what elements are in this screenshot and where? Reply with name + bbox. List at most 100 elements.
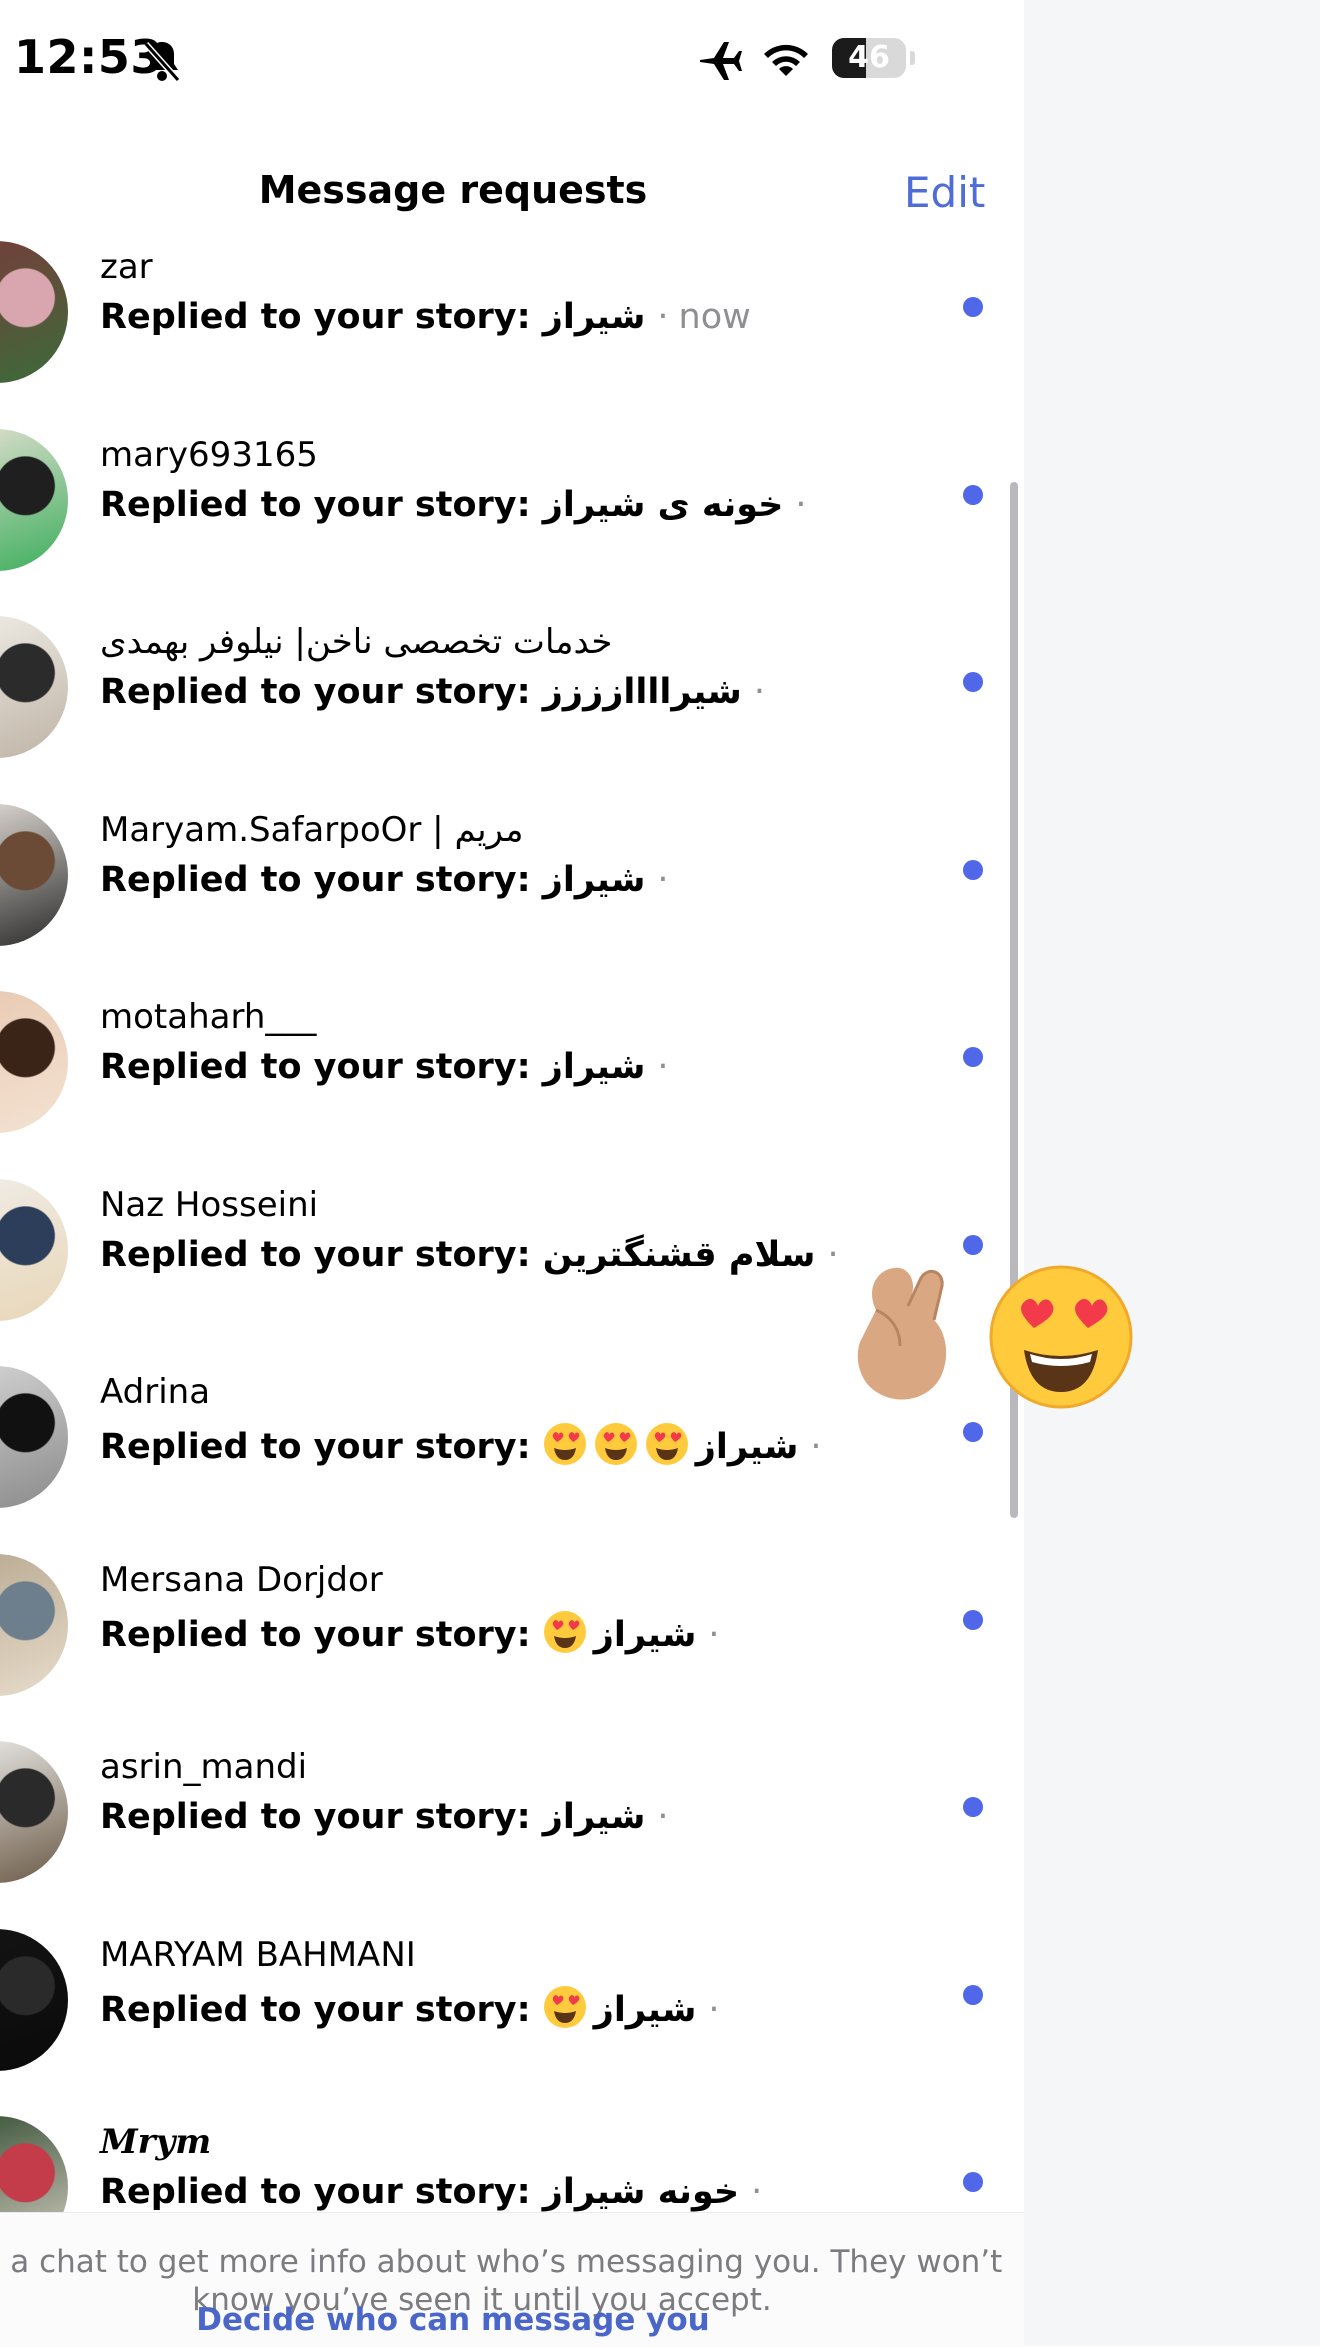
request-row[interactable]: mary693165 Replied to your story: خونه ی … [0,399,1024,586]
unread-dot [963,1984,983,2005]
preview-prefix: Replied to your story: [100,1047,543,1087]
avatar[interactable] [0,803,68,946]
preview-prefix: Replied to your story: [100,1234,543,1275]
preview-text: سلام قشنگترین [542,1234,816,1275]
preview-separator: · [657,1797,669,1837]
message-request-list[interactable]: zar Replied to your story: شیراز · now mary6… [0,0,1024,2212]
request-row[interactable]: zar Replied to your story: شیراز · now [0,211,1024,398]
unread-dot [963,1797,983,1817]
message-preview: Replied to your story: شیراز · [100,1797,669,1837]
decide-who-can-message-link[interactable]: Decide who can message you [0,2302,906,2338]
message-preview: Replied to your story: خونه ی شیراز · [100,485,807,525]
fingers-snap-icon [857,1267,947,1400]
preview-prefix: Replied to your story: [100,1797,543,1837]
heart-eyes-icon [594,1423,637,1465]
message-preview: Replied to your story: شیراااازززز · [100,672,765,712]
request-row[interactable]: MARYAM BAHMANI Replied to your story: شیر… [0,1899,1024,2086]
page-title: Message requests [258,168,648,212]
sender-name: Mrym [100,2122,212,2162]
background-strip [1024,0,1320,2346]
sender-name: Maryam.SafarpoOr | مریم [100,809,524,850]
unread-dot [963,672,983,692]
message-preview: Replied to your story: خونه شیراز · [100,2172,762,2212]
avatar[interactable] [0,1178,68,1321]
sender-name: Naz Hosseini [100,1184,319,1225]
preview-prefix: Replied to your story: [100,859,543,900]
heart-eyes-icon [543,1423,586,1465]
message-time: now [678,297,751,337]
preview-text: شیراز [542,1047,646,1087]
preview-emoji [543,1985,594,2030]
edit-button[interactable]: Edit [904,168,985,217]
preview-separator: · [657,1047,669,1087]
preview-prefix: Replied to your story: [100,1614,543,1655]
preview-text: خونه ی شیراز [542,484,784,525]
avatar[interactable] [0,1553,68,1696]
preview-text: شیراز [542,297,646,337]
heart-eyes-icon [543,1985,586,2028]
preview-text: شیراز [542,859,646,900]
sender-name: Adrina [100,1372,211,1412]
message-preview: Replied to your story: شیراز · [100,1610,720,1655]
preview-prefix: Replied to your story: [100,2172,543,2212]
preview-separator: · [708,1614,720,1655]
unread-dot [963,859,983,880]
avatar[interactable] [0,1366,68,1508]
request-row[interactable]: Maryam.SafarpoOr | مریم Replied to your s… [0,774,1024,961]
avatar[interactable] [0,1741,68,1883]
preview-prefix: Replied to your story: [100,1989,543,2030]
unread-dot [963,1609,983,1630]
preview-prefix: Replied to your story: [100,297,543,337]
request-row[interactable]: motaharh___ Replied to your story: شیراز · [0,961,1024,1148]
preview-separator: · [753,672,765,712]
message-preview: Replied to your story: شیراز · [100,860,669,900]
unread-dot [963,1422,983,1442]
request-row[interactable]: خدمات تخصصی ناخن| نیلوفر بهمدی Replied to… [0,586,1024,773]
request-row[interactable]: Mersana Dorjdor Replied to your story: شی… [0,1524,1024,1711]
preview-text: شیراااازززز [542,672,742,712]
preview-separator: · [657,297,669,337]
preview-separator: · [751,2172,763,2212]
message-preview: Replied to your story: شیراز · [100,1985,720,2030]
preview-separator: · [827,1234,839,1275]
heart-eyes-icon [645,1423,688,1465]
avatar[interactable] [0,428,68,571]
heart-eyes-icon [989,1265,1133,1409]
preview-separator: · [708,1989,720,2030]
avatar[interactable] [0,2116,68,2212]
heart-eyes-icon [543,1610,586,1653]
unread-dot [963,1234,983,1255]
preview-separator: · [795,484,807,525]
message-preview: Replied to your story: سلام قشنگترین · [100,1235,839,1275]
avatar[interactable] [0,241,68,383]
sender-name: Mersana Dorjdor [100,1559,383,1600]
preview-prefix: Replied to your story: [100,484,543,525]
message-preview: Replied to your story: شیراز · [100,1422,822,1467]
preview-text: خونه شیراز [542,2172,740,2212]
preview-prefix: Replied to your story: [100,1427,543,1467]
sender-name: mary693165 [100,434,318,475]
preview-emoji [543,1423,696,1467]
preview-text: شیراز [593,1614,697,1655]
preview-text: شیراز [593,1989,697,2030]
avatar[interactable] [0,616,68,758]
request-row[interactable]: Mrym Replied to your story: خونه شیراز · [0,2086,1024,2212]
preview-emoji [543,1610,594,1655]
sender-name: zar [100,247,153,287]
unread-dot [963,484,983,505]
preview-prefix: Replied to your story: [100,672,543,712]
sender-name: motaharh___ [100,997,317,1037]
request-row[interactable]: asrin_mandi Replied to your story: شیراز · [0,1711,1024,1898]
avatar[interactable] [0,991,68,1133]
unread-dot [963,297,983,317]
sender-name: MARYAM BAHMANI [100,1934,416,1975]
preview-separator: · [657,859,669,900]
unread-dot [963,2172,983,2192]
avatar[interactable] [0,1928,68,2071]
message-preview: Replied to your story: شیراز · now [100,297,751,337]
message-preview: Replied to your story: شیراز · [100,1047,669,1087]
sender-name: خدمات تخصصی ناخن| نیلوفر بهمدی [100,622,613,662]
preview-text: شیراز [695,1427,799,1467]
preview-separator: · [810,1427,822,1467]
unread-dot [963,1047,983,1067]
